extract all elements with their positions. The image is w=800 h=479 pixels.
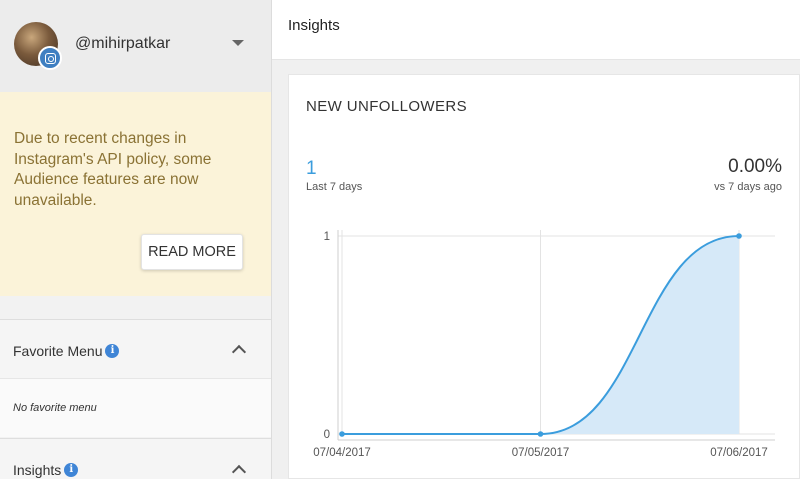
info-icon[interactable]: i: [105, 344, 120, 358]
account-username: @mihirpatkar: [75, 35, 171, 52]
y-tick-label: 1: [324, 231, 330, 243]
info-icon[interactable]: i: [64, 463, 79, 477]
chevron-down-icon[interactable]: [232, 40, 244, 46]
x-tick-label: 07/04/2017: [313, 447, 371, 459]
chevron-up-icon[interactable]: [231, 344, 247, 360]
y-tick-label: 0: [324, 429, 330, 441]
account-switcher[interactable]: @mihirpatkar: [0, 0, 271, 92]
new-unfollowers-card: NEW UNFOLLOWERS 1 Last 7 days 0.00% vs 7…: [288, 74, 800, 479]
x-tick-label: 07/06/2017: [710, 447, 768, 459]
chevron-up-icon[interactable]: [231, 464, 247, 479]
favorite-menu-header[interactable]: Favorite Menu i: [0, 319, 271, 379]
insights-section-header[interactable]: Insights i: [0, 438, 271, 479]
sidebar: @mihirpatkar Due to recent changes in In…: [0, 0, 272, 479]
x-tick-label: 07/05/2017: [512, 447, 570, 459]
data-point: [339, 431, 345, 437]
favorite-menu-title: Favorite Menu: [13, 343, 103, 359]
unfollowers-chart: 0 1 07/04/2017 07/05/2017 07/06/2017: [313, 230, 775, 459]
favorite-menu-body: No favorite menu: [0, 379, 271, 437]
data-point: [736, 233, 742, 239]
read-more-button[interactable]: READ MORE: [141, 234, 243, 270]
page-title: Insights: [288, 17, 340, 34]
instagram-icon: [38, 46, 62, 70]
top-bar: Insights: [272, 0, 800, 60]
insights-section-title: Insights: [13, 462, 62, 478]
data-point: [537, 431, 544, 437]
favorite-empty-text: No favorite menu: [13, 402, 97, 414]
api-notice: Due to recent changes in Instagram's API…: [0, 92, 271, 296]
notice-text: Due to recent changes in Instagram's API…: [14, 130, 212, 209]
